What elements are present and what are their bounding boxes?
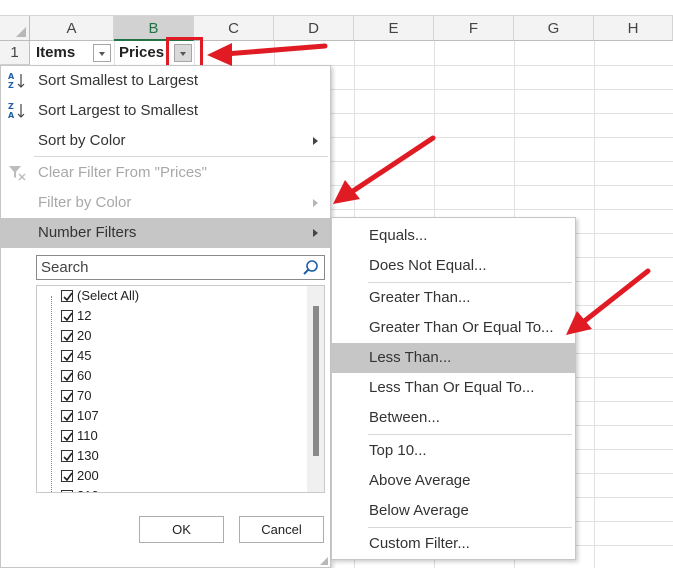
column-header-d[interactable]: D (274, 16, 354, 41)
sort-by-color-label: Sort by Color (38, 132, 126, 149)
column-header-g[interactable]: G (514, 16, 594, 41)
formula-bar-edge (0, 0, 673, 16)
checklist-scrollbar[interactable] (307, 286, 324, 492)
checkbox[interactable] (61, 410, 73, 422)
filter-by-color-item[interactable]: Filter by Color (1, 188, 330, 218)
search-placeholder: Search (41, 259, 89, 276)
sort-az-icon: AZ (7, 71, 27, 91)
greater-than-or-equal-item[interactable]: Greater Than Or Equal To... (332, 313, 575, 343)
clear-filter-icon (7, 163, 27, 183)
sort-descending-label: Sort Largest to Smallest (38, 102, 199, 119)
ok-button[interactable]: OK (139, 516, 224, 543)
clear-filter-item[interactable]: Clear Filter From "Prices" (1, 158, 330, 188)
menu-separator (34, 156, 328, 157)
submenu-arrow-icon (313, 137, 318, 145)
menu-separator (368, 527, 572, 528)
svg-text:Z: Z (8, 81, 14, 90)
svg-text:A: A (8, 72, 15, 81)
svg-text:A: A (8, 111, 15, 120)
checklist-label: 200 (77, 468, 99, 483)
autofilter-menu: AZ Sort Smallest to Largest ZA Sort Larg… (0, 65, 331, 568)
does-not-equal-item[interactable]: Does Not Equal... (332, 251, 575, 281)
equals-item[interactable]: Equals... (332, 221, 575, 251)
search-input[interactable]: Search (36, 255, 325, 280)
sort-descending-item[interactable]: ZA Sort Largest to Smallest (1, 96, 330, 126)
checklist-label: 60 (77, 368, 92, 383)
checklist-label: 45 (77, 348, 92, 363)
checkbox[interactable] (61, 310, 73, 322)
search-icon (303, 260, 318, 275)
between-item[interactable]: Between... (332, 403, 575, 433)
sort-za-icon: ZA (7, 101, 27, 121)
submenu-arrow-icon (313, 229, 318, 237)
number-filters-item[interactable]: Number Filters (1, 218, 330, 248)
sort-ascending-item[interactable]: AZ Sort Smallest to Largest (1, 66, 330, 96)
filter-dropdown-items[interactable] (93, 44, 111, 62)
row-header-1[interactable]: 1 (0, 41, 30, 65)
submenu-arrow-icon (313, 199, 318, 207)
checkbox[interactable] (61, 330, 73, 342)
menu-separator (368, 434, 572, 435)
checkbox[interactable] (61, 470, 73, 482)
checkbox[interactable] (61, 490, 73, 492)
column-header-e[interactable]: E (354, 16, 434, 41)
number-filters-submenu: Equals... Does Not Equal... Greater Than… (331, 217, 576, 560)
checkbox[interactable] (61, 390, 73, 402)
sort-by-color-item[interactable]: Sort by Color (1, 126, 330, 156)
checklist-label: 20 (77, 328, 92, 343)
cancel-button[interactable]: Cancel (239, 516, 324, 543)
number-filters-label: Number Filters (38, 224, 137, 241)
select-all-corner[interactable] (0, 16, 30, 41)
filter-by-color-label: Filter by Color (38, 194, 132, 211)
greater-than-item[interactable]: Greater Than... (332, 283, 575, 313)
checklist-label: (Select All) (77, 288, 140, 303)
checkbox[interactable] (61, 370, 73, 382)
checklist-label: 107 (77, 408, 99, 423)
column-header-f[interactable]: F (434, 16, 514, 41)
checkbox[interactable] (61, 450, 73, 462)
checkbox[interactable] (61, 350, 73, 362)
less-than-or-equal-item[interactable]: Less Than Or Equal To... (332, 373, 575, 403)
column-header-a[interactable]: A (30, 16, 114, 41)
checklist-label: 12 (77, 308, 92, 323)
resize-grip-icon[interactable] (319, 556, 329, 566)
less-than-item[interactable]: Less Than... (332, 343, 575, 373)
value-checklist[interactable]: (Select All) 12 20 45 60 70 107 110 130 … (36, 285, 325, 493)
checklist-label: 130 (77, 448, 99, 463)
custom-filter-item[interactable]: Custom Filter... (332, 529, 575, 559)
top-10-item[interactable]: Top 10... (332, 436, 575, 466)
below-average-item[interactable]: Below Average (332, 496, 575, 526)
checkbox[interactable] (61, 430, 73, 442)
column-header-h[interactable]: H (594, 16, 673, 41)
checklist-label: 70 (77, 388, 92, 403)
tree-connector (51, 296, 52, 492)
clear-filter-label: Clear Filter From "Prices" (38, 164, 207, 181)
sort-ascending-label: Sort Smallest to Largest (38, 72, 199, 89)
above-average-item[interactable]: Above Average (332, 466, 575, 496)
checkbox[interactable] (61, 290, 73, 302)
checklist-label: 210 (77, 486, 99, 492)
svg-text:Z: Z (8, 102, 14, 111)
column-header-c[interactable]: C (194, 16, 274, 41)
checklist-label: 110 (77, 428, 98, 443)
scrollbar-thumb[interactable] (313, 306, 319, 456)
